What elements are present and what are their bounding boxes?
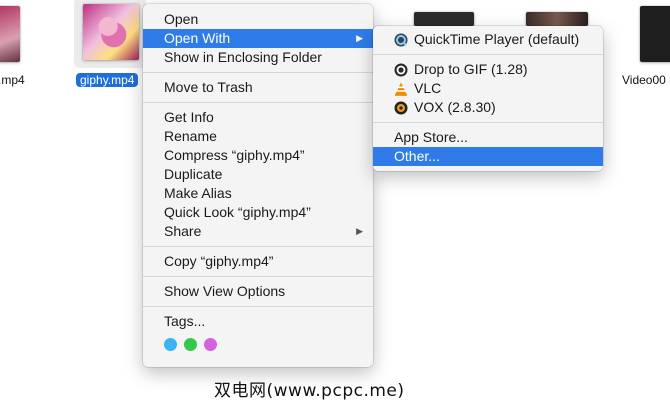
menu-separator xyxy=(143,72,373,73)
submenu-arrow-icon: ▶ xyxy=(356,33,363,43)
submenu-item-other[interactable]: Other... xyxy=(373,147,603,166)
menu-item-show-in-folder[interactable]: Show in Enclosing Folder xyxy=(143,48,373,67)
submenu-item-app-store[interactable]: App Store... xyxy=(373,128,603,147)
submenu-item-vox[interactable]: VOX (2.8.30) xyxy=(373,98,603,117)
file-label: .mp4 xyxy=(0,73,25,87)
menu-item-tags[interactable]: Tags... xyxy=(143,312,373,331)
tag-green-dot[interactable] xyxy=(184,337,197,351)
tag-purple-dot[interactable] xyxy=(204,337,217,351)
submenu-item-drop-to-gif[interactable]: Drop to GIF (1.28) xyxy=(373,60,603,79)
submenu-arrow-icon: ▶ xyxy=(356,226,363,236)
menu-separator xyxy=(373,122,603,123)
file-thumbnail xyxy=(414,12,474,26)
menu-item-rename[interactable]: Rename xyxy=(143,127,373,146)
menu-item-show-view-options[interactable]: Show View Options xyxy=(143,282,373,301)
menu-separator xyxy=(143,246,373,247)
menu-item-make-alias[interactable]: Make Alias xyxy=(143,184,373,203)
vox-icon xyxy=(394,101,408,115)
drop-to-gif-icon xyxy=(394,63,408,77)
menu-item-move-to-trash[interactable]: Move to Trash xyxy=(143,78,373,97)
menu-item-copy[interactable]: Copy “giphy.mp4” xyxy=(143,252,373,271)
file-thumbnail xyxy=(0,6,20,62)
file-label: giphy.mp4 xyxy=(76,73,139,87)
menu-separator xyxy=(143,102,373,103)
vlc-icon xyxy=(395,82,407,96)
context-menu: Open Open With ▶ Show in Enclosing Folde… xyxy=(143,4,373,367)
menu-separator xyxy=(143,276,373,277)
file-thumbnail xyxy=(640,6,670,62)
menu-separator xyxy=(143,306,373,307)
submenu-item-quicktime[interactable]: QuickTime Player (default) xyxy=(373,30,603,49)
file-label: Video00 xyxy=(622,73,666,87)
submenu-item-vlc[interactable]: VLC xyxy=(373,79,603,98)
quicktime-icon xyxy=(394,33,408,47)
desktop: .mp4 giphy.mp4 Video00 Open Open With ▶ … xyxy=(0,0,670,410)
menu-item-duplicate[interactable]: Duplicate xyxy=(143,165,373,184)
menu-item-get-info[interactable]: Get Info xyxy=(143,108,373,127)
menu-item-open[interactable]: Open xyxy=(143,10,373,29)
menu-item-quick-look[interactable]: Quick Look “giphy.mp4” xyxy=(143,203,373,222)
watermark: 双电网(www.pcpc.me) xyxy=(214,381,405,401)
tag-blue-dot[interactable] xyxy=(164,337,177,351)
menu-item-compress[interactable]: Compress “giphy.mp4” xyxy=(143,146,373,165)
menu-item-open-with[interactable]: Open With ▶ xyxy=(143,29,373,48)
menu-separator xyxy=(373,54,603,55)
tag-color-row xyxy=(143,331,373,357)
open-with-submenu: QuickTime Player (default) Drop to GIF (… xyxy=(373,26,603,171)
file-thumbnail xyxy=(83,4,139,60)
file-thumbnail xyxy=(526,12,588,26)
menu-item-share[interactable]: Share ▶ xyxy=(143,222,373,241)
